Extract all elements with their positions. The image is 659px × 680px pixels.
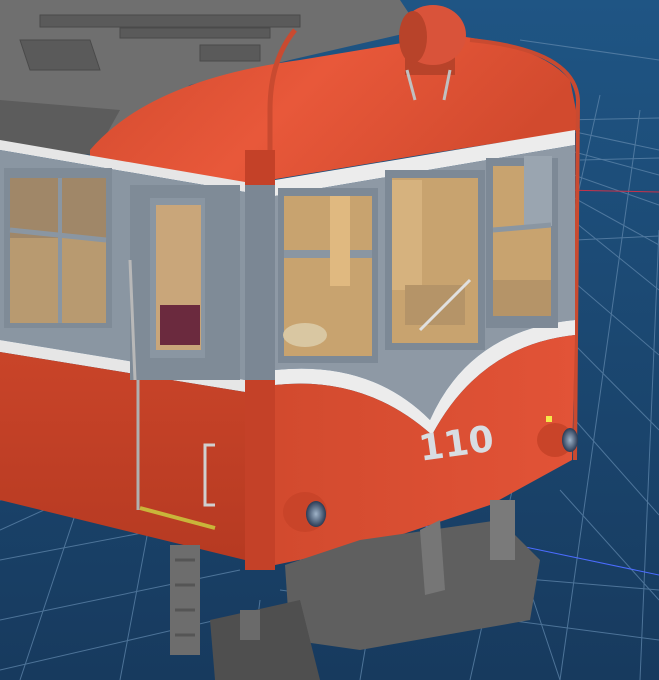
side-window-1 xyxy=(4,168,112,328)
corner-pillar-gray xyxy=(245,185,275,380)
front-window-left xyxy=(278,188,378,363)
3d-viewport[interactable]: 110 xyxy=(0,0,659,680)
front-window-center xyxy=(385,170,485,350)
front-lamp-left xyxy=(283,492,327,532)
tram-render: 110 xyxy=(0,0,659,680)
side-door[interactable] xyxy=(128,185,240,381)
front-window-right xyxy=(486,156,558,328)
